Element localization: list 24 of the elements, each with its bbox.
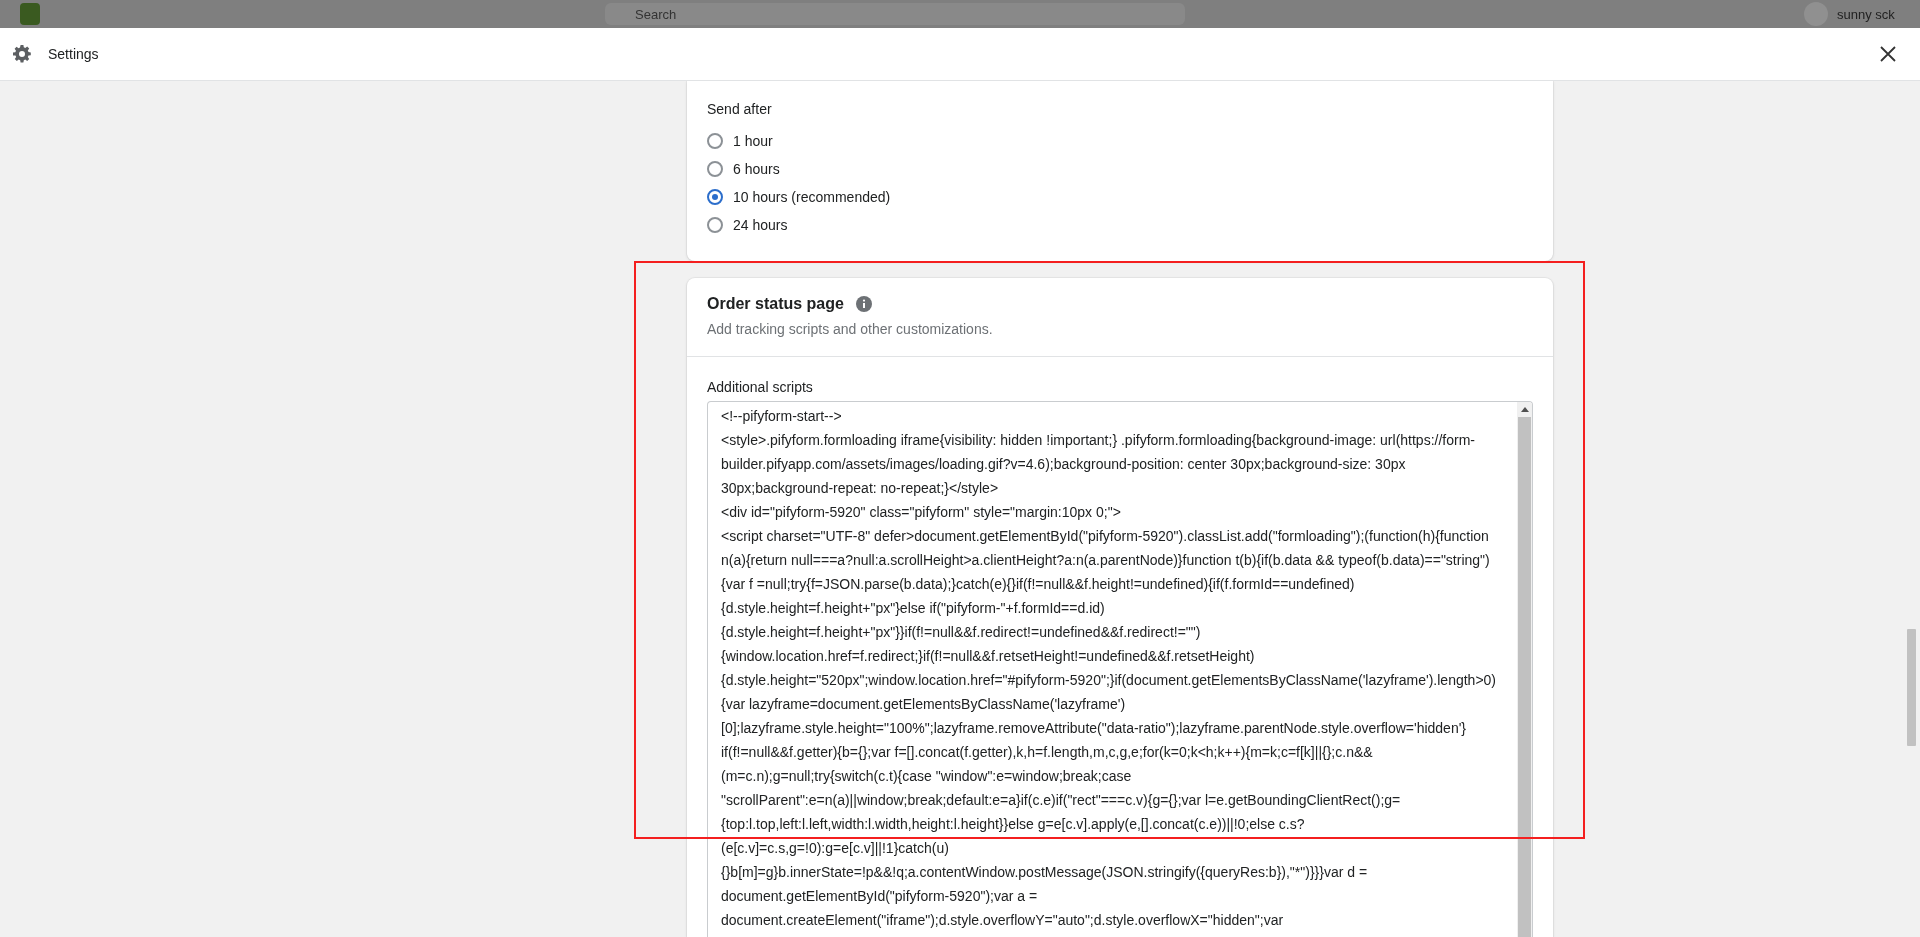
scripts-field[interactable]: <!--pifyform-start--> <style>.pifyform.formloading iframe{visibility: hidden !important;} .pifyform.formloading{background-image: url(https://form- builder.pifyapp.com/assets/images/loading.gif?v=4.6);background-position: center 30px;background-size: 30px 30px;background-repeat: no-repeat;}</style> <div id="pifyform-5920" class="pifyform" style="margin:10px 0;"> <script charset="UTF-8" defer>document.getElementById("pifyform-5920").classList.add("formloading");(function(h){function n(a){return null===a?null:a.scrollHeight>a.clientHeight?a:n(a.parentNode)}function t(b){if(b.data && typeof(b.data)=="string") {var f =null;try{f=JSON.parse(b.data);}catch(e){}if(f!=null&&f.height!=undefined){if(f.formId==undefined) {d.style.height=f.height+"px"}else if("pifyform-"+f.formId==d.id) {d.style.height=f.height+"px"}}if(f!=null&&f.redirect!=undefined&&f.redirect!="") {window.location.href=f.redirect;}if(f!=null&&f.retsetHeight!=undefined&&f.retsetHeight) {d.style.height="520px";window.location.href="#pifyform-5920";}if(document.getElementsByClassName('lazyframe').length>0) {var lazyframe=document.getElementsByClassName('lazyframe') [0];lazyframe.style.height="100%";lazyframe.removeAttribute("data-ratio");lazyframe.parentNode.style.overflow='hidden'} if(f!=null&&f.getter){b={};var f=[].concat(f.getter),k,h=f.length,m,c,g,e;for(k=0;k<h;k++){m=k;c=f[k]||{};c.n&& (m=c.n);g=null;try{switch(c.t){case "window":e=window;break;case "scrollParent":e=n(a)||window;break;default:e=a}if(c.e)if("rect"===c.v){g={};var l=e.getBoundingClientRect();g= {top:l.top,left:l.left,width:l.width,height:l.height}}else g=e[c.v].apply(e,[].concat(c.e))||!0;else c.s? (e[c.v]=c.s,g=!0):g=e[c.v]||!1}catch(u) {}b[m]=g}b.innerState=!p&&!q;a.contentWindow.postMessage(JSON.stringify({queryRes:b}),"*")}}}var d = document.getElementById("pifyform-5920");var a = document.createElement("iframe");d.style.overflowY="auto";d.style.overflowX="hidden";var (707, 401, 1533, 937)
radio-button[interactable] (707, 189, 723, 205)
radio-button[interactable] (707, 133, 723, 149)
field-label: Send after (707, 101, 773, 117)
info-icon[interactable] (855, 296, 872, 312)
section-subtitle: Add tracking scripts and other customizations. (707, 321, 994, 337)
scrollbar-thumb[interactable] (1518, 417, 1531, 937)
radio-option[interactable]: 10 hours (recommended) (707, 183, 1533, 211)
settings-icon (12, 44, 32, 64)
user-name: sunny sck (1837, 6, 1895, 22)
scrollbar[interactable] (1517, 402, 1532, 937)
scrollbar-thumb[interactable] (1907, 629, 1916, 746)
search-field[interactable]: Search (605, 3, 1185, 25)
logo-icon (20, 3, 40, 25)
scroll-up-icon[interactable] (1520, 407, 1529, 412)
window-title: Settings (48, 46, 99, 62)
section-title: Order status page (707, 295, 844, 313)
field-label: Additional scripts (707, 379, 814, 395)
close-icon (1879, 45, 1897, 63)
radio-option[interactable]: 24 hours (707, 211, 1533, 239)
radio-option[interactable]: 1 hour (707, 127, 1533, 155)
radio-button[interactable] (707, 217, 723, 233)
radio-button[interactable] (707, 161, 723, 177)
radio-option[interactable]: 6 hours (707, 155, 1533, 183)
